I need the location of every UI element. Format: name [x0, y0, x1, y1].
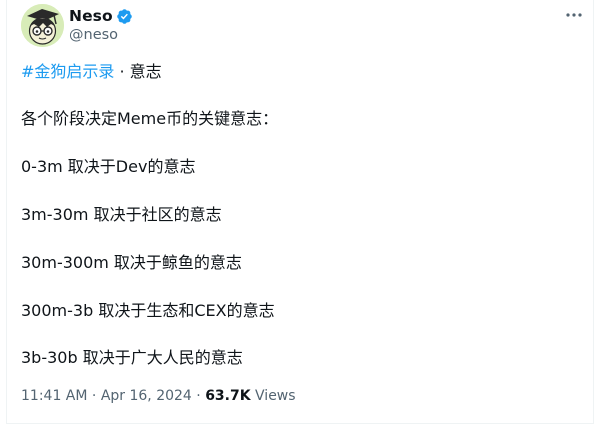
tweet-card: Neso @neso #金狗启示录 · 意志 各个阶段决定Meme币的关键意志：… — [0, 0, 600, 424]
tweet-text-line: 各个阶段决定Meme币的关键意志： — [21, 109, 279, 128]
tweet-date: Apr 16, 2024 — [100, 388, 192, 404]
avatar[interactable] — [21, 4, 64, 47]
meta-separator: · — [191, 388, 206, 404]
tweet-text-line: 30m-300m 取决于鲸鱼的意志 — [21, 253, 242, 272]
verified-badge-icon — [117, 8, 132, 24]
tweet-text-line: 0-3m 取决于Dev的意志 — [21, 157, 196, 176]
hashtag-link[interactable]: #金狗启示录 — [21, 62, 114, 81]
avatar-image — [21, 4, 64, 47]
hashtag-suffix: · 意志 — [114, 62, 162, 81]
tweet-text-line: 3m-30m 取决于社区的意志 — [21, 205, 222, 224]
right-border — [593, 0, 594, 424]
views-label: Views — [255, 388, 296, 404]
tweet-text-line: 3b-30b 取决于广大人民的意志 — [21, 348, 243, 367]
more-horizontal-icon — [566, 13, 582, 17]
author-handle[interactable]: @neso — [69, 27, 118, 43]
more-options-button[interactable] — [564, 8, 584, 22]
author-display-name[interactable]: Neso — [69, 7, 113, 25]
tweet-first-line: #金狗启示录 · 意志 — [21, 61, 162, 83]
tweet-timestamp[interactable]: 11:41 AM · Apr 16, 2024 — [21, 388, 192, 404]
tweet-meta: 11:41 AM · Apr 16, 2024 · 63.7K Views — [21, 386, 296, 406]
tweet-time: 11:41 AM — [21, 388, 88, 404]
left-border — [6, 0, 7, 424]
views-count: 63.7K — [205, 388, 251, 404]
meta-separator: · — [87, 388, 101, 404]
author-name-row: Neso — [69, 6, 133, 26]
tweet-text-line: 300m-3b 取决于生态和CEX的意志 — [21, 301, 275, 320]
